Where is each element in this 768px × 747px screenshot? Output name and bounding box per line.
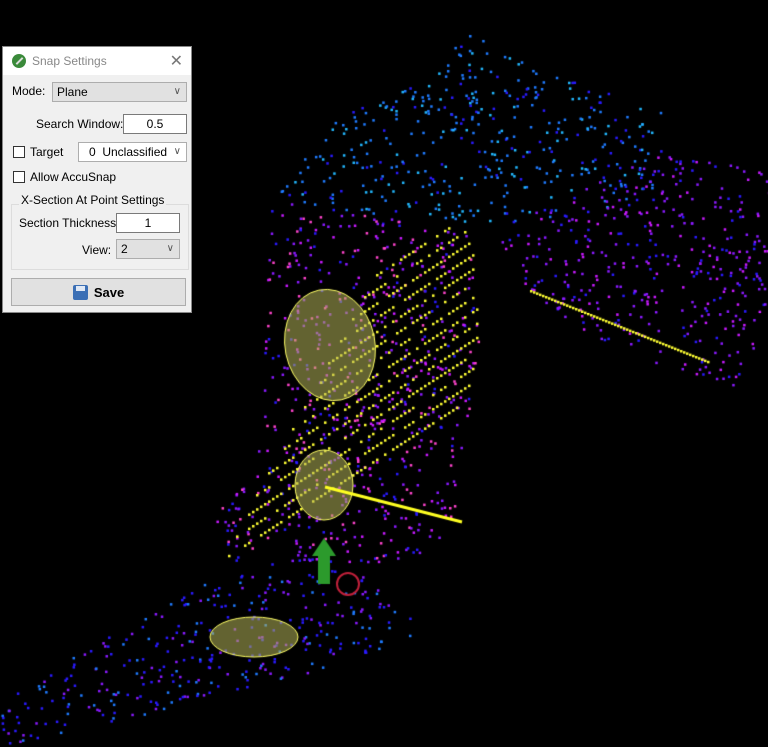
xsection-group-label: X-Section At Point Settings xyxy=(19,193,167,207)
target-class-value: 0 Unclassified xyxy=(89,145,168,159)
save-label: Save xyxy=(93,284,125,300)
allow-accusnap-checkbox[interactable] xyxy=(13,171,25,183)
snap-settings-dialog: Snap Settings ✕ Mode: Plane ∨ Search Win… xyxy=(2,46,192,313)
section-thickness-input[interactable]: 1 xyxy=(116,213,180,233)
view-value: 2 xyxy=(121,242,128,256)
mode-select[interactable]: Plane ∨ xyxy=(52,82,187,102)
search-window-input[interactable]: 0.5 xyxy=(123,114,187,134)
close-icon[interactable]: ✕ xyxy=(170,51,183,71)
app-leaf-icon xyxy=(12,54,26,68)
floppy-disk-icon xyxy=(72,284,88,300)
dialog-title: Snap Settings xyxy=(32,54,107,68)
chevron-down-icon: ∨ xyxy=(173,86,181,97)
save-button[interactable]: Save xyxy=(11,278,186,306)
target-class-select[interactable]: 0 Unclassified ∨ xyxy=(78,142,187,162)
allow-accusnap-label: Allow AccuSnap xyxy=(30,170,117,184)
mode-value: Plane xyxy=(57,85,88,99)
search-window-label: Search Window: xyxy=(36,117,124,131)
chevron-down-icon: ∨ xyxy=(166,243,174,254)
target-label: Target xyxy=(30,145,64,159)
section-thickness-label: Section Thickness: xyxy=(19,216,120,230)
chevron-down-icon: ∨ xyxy=(173,146,181,157)
view-select[interactable]: 2 ∨ xyxy=(116,239,180,259)
view-label: View: xyxy=(82,243,112,257)
title-bar[interactable]: Snap Settings ✕ xyxy=(3,47,191,75)
target-checkbox[interactable] xyxy=(13,146,25,158)
mode-label: Mode: xyxy=(12,84,46,98)
